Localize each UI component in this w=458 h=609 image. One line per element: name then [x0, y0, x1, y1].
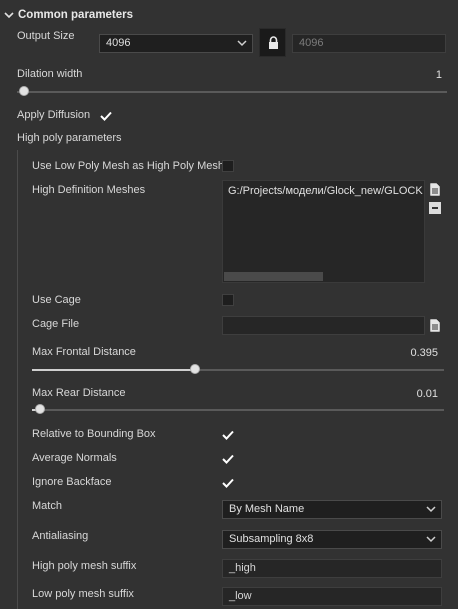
max-rear-distance-value[interactable]: 0.01 — [390, 388, 438, 400]
antialiasing-dropdown[interactable]: Subsampling 8x8 — [222, 530, 442, 549]
cage-file-label: Cage File — [32, 318, 80, 330]
max-rear-distance-slider-handle[interactable] — [35, 404, 45, 414]
output-size-value: 4096 — [106, 37, 131, 49]
high-poly-suffix-input[interactable]: _high — [222, 559, 442, 578]
max-rear-distance-track[interactable] — [32, 409, 444, 411]
max-frontal-distance-slider-handle[interactable] — [190, 364, 200, 374]
match-label: Match — [32, 500, 62, 512]
horizontal-scrollbar[interactable] — [224, 272, 323, 281]
max-frontal-distance-label: Max Frontal Distance — [32, 346, 136, 358]
low-poly-suffix-input[interactable]: _low — [222, 587, 442, 606]
lock-icon — [269, 36, 278, 49]
ignore-backface-label: Ignore Backface — [32, 476, 112, 488]
relative-bbox-label: Relative to Bounding Box — [32, 428, 156, 440]
dilation-width-label: Dilation width — [17, 68, 83, 80]
chevron-down-icon — [426, 506, 436, 513]
check-icon[interactable] — [100, 111, 112, 121]
cage-file-input[interactable] — [222, 316, 425, 335]
antialiasing-label: Antialiasing — [32, 530, 89, 542]
antialiasing-value: Subsampling 8x8 — [229, 533, 314, 545]
high-poly-suffix-label: High poly mesh suffix — [32, 560, 137, 572]
average-normals-label: Average Normals — [32, 452, 117, 464]
check-icon[interactable] — [222, 430, 234, 440]
output-size-label: Output Size — [17, 30, 75, 42]
hd-meshes-list[interactable]: G:/Projects/модели/Glock_new/GLOCK — [222, 180, 425, 283]
match-dropdown[interactable]: By Mesh Name — [222, 500, 442, 519]
chevron-down-icon — [426, 536, 436, 543]
max-frontal-distance-value[interactable]: 0.395 — [390, 347, 438, 359]
dilation-width-value[interactable]: 1 — [400, 69, 442, 81]
group-indent-line — [17, 150, 18, 609]
high-poly-parameters-label[interactable]: High poly parameters — [17, 132, 122, 144]
low-poly-suffix-label: Low poly mesh suffix — [32, 588, 134, 600]
lock-button[interactable] — [259, 28, 286, 57]
output-size-linked-field[interactable]: 4096 — [292, 34, 446, 53]
section-title[interactable]: Common parameters — [18, 9, 133, 21]
use-low-poly-checkbox[interactable] — [222, 160, 234, 172]
use-cage-label: Use Cage — [32, 294, 81, 306]
dilation-width-track[interactable] — [17, 91, 447, 93]
file-icon[interactable] — [430, 183, 440, 196]
dilation-width-slider-handle[interactable] — [19, 86, 29, 96]
max-frontal-distance-fill — [32, 369, 195, 371]
use-low-poly-label: Use Low Poly Mesh as High Poly Mesh — [32, 160, 224, 172]
minus-icon[interactable] — [429, 202, 441, 214]
match-value: By Mesh Name — [229, 503, 305, 515]
use-cage-checkbox[interactable] — [222, 294, 234, 306]
apply-diffusion-label: Apply Diffusion — [17, 109, 91, 121]
check-icon[interactable] — [222, 454, 234, 464]
chevron-down-icon — [237, 40, 247, 47]
max-rear-distance-label: Max Rear Distance — [32, 387, 126, 399]
hd-meshes-label: High Definition Meshes — [32, 184, 146, 196]
output-size-dropdown[interactable]: 4096 — [99, 34, 253, 53]
check-icon[interactable] — [222, 478, 234, 488]
hd-mesh-path[interactable]: G:/Projects/модели/Glock_new/GLOCK — [228, 185, 424, 197]
file-icon[interactable] — [430, 319, 440, 332]
chevron-down-icon[interactable] — [4, 10, 14, 20]
